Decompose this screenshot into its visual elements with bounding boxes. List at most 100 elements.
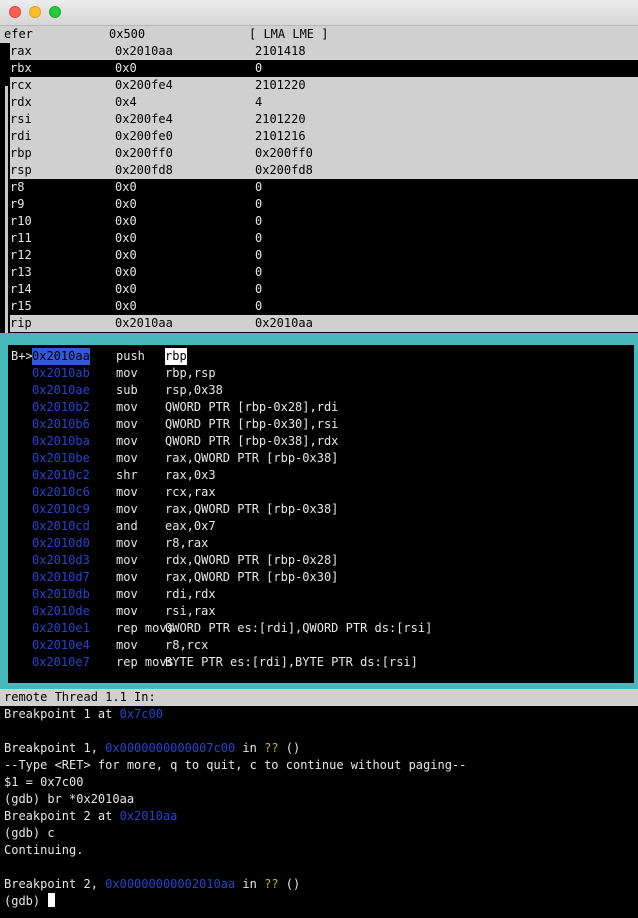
register-name: rbx [10, 61, 32, 75]
register-row-r12: r12 0x0 0 [10, 247, 638, 264]
register-hex: 0x4 [115, 95, 137, 109]
disassembly-line[interactable]: 0x2010e1 rep movs QWORD PTR es:[rdi],QWORD… [8, 620, 634, 637]
register-name: rdi [10, 129, 32, 143]
register-hex: 0x2010aa [115, 316, 173, 330]
instruction-opcode: mov [116, 604, 138, 618]
instruction-address: 0x2010ba [32, 434, 90, 448]
register-natural: 0 [255, 299, 263, 313]
console-line: --Type <RET> for more, q to quit, c to c… [4, 758, 467, 772]
console-address: 0x0000000000007c00 [105, 741, 236, 755]
console-line: Breakpoint 2 at 0x2010aa [4, 808, 177, 825]
register-hex: 0x200fe0 [115, 129, 173, 143]
console-line: Breakpoint 2, 0x00000000002010aa in ?? (… [4, 876, 300, 893]
register-natural: 0 [255, 61, 263, 75]
instruction-address: 0x2010d3 [32, 553, 90, 567]
instruction-address: 0x2010b6 [32, 417, 90, 431]
register-name: r8 [10, 180, 25, 194]
disassembly-line[interactable]: 0x2010db mov rdi,rdx [8, 586, 634, 603]
register-hex: 0x0 [115, 231, 137, 245]
instruction-address: 0x2010e7 [32, 655, 90, 669]
instruction-operands: QWORD PTR es:[rdi],QWORD PTR ds:[rsi] [165, 621, 433, 635]
console-text: () [278, 877, 301, 891]
register-name: efer [4, 27, 33, 41]
register-hex: 0x0 [115, 180, 137, 194]
register-row-rdi: rdi 0x200fe0 2101216 [10, 128, 638, 145]
register-hex: 0x0 [115, 214, 137, 228]
console-line: Breakpoint 1, 0x0000000000007c00 in ?? (… [4, 740, 300, 757]
close-window-button[interactable] [9, 6, 21, 18]
zoom-window-button[interactable] [49, 6, 61, 18]
disassembly-line[interactable]: 0x2010c2 shr rax,0x3 [8, 467, 634, 484]
register-natural: [ LMA LME ] [249, 27, 329, 41]
disassembly-line[interactable]: 0x2010d7 mov rax,QWORD PTR [rbp-0x30] [8, 569, 634, 586]
instruction-operands: rax,QWORD PTR [rbp-0x38] [165, 451, 339, 465]
instruction-address: 0x2010c6 [32, 485, 90, 499]
disassembly-line[interactable]: 0x2010de mov rsi,rax [8, 603, 634, 620]
register-row-r8: r8 0x0 0 [10, 179, 638, 196]
instruction-operands: rbp [165, 348, 187, 365]
register-row-rdx: rdx 0x4 4 [10, 94, 638, 111]
instruction-address: 0x2010b2 [32, 400, 90, 414]
register-natural: 2101418 [255, 44, 306, 58]
register-row-rip: rip 0x2010aa 0x2010aa [10, 315, 638, 332]
disassembly-line[interactable]: 0x2010ae sub rsp,0x38 [8, 382, 634, 399]
disassembly-line[interactable]: 0x2010be mov rax,QWORD PTR [rbp-0x38] [8, 450, 634, 467]
minimize-window-button[interactable] [29, 6, 41, 18]
register-name: r12 [10, 248, 32, 262]
register-hex: 0x200fe4 [115, 78, 173, 92]
register-name: r9 [10, 197, 25, 211]
disassembly-line[interactable]: 0x2010c6 mov rcx,rax [8, 484, 634, 501]
instruction-opcode: mov [116, 570, 138, 584]
register-name: rcx [10, 78, 32, 92]
console-line: (gdb) br *0x2010aa [4, 792, 135, 806]
register-hex: 0x0 [115, 61, 137, 75]
text-cursor [48, 893, 56, 907]
instruction-operands: QWORD PTR [rbp-0x30],rsi [165, 417, 339, 431]
disassembly-line[interactable]: 0x2010d0 mov r8,rax [8, 535, 634, 552]
register-name: rsi [10, 112, 32, 126]
register-hex: 0x200fd8 [115, 163, 173, 177]
instruction-opcode: mov [116, 638, 138, 652]
instruction-address: 0x2010e4 [32, 638, 90, 652]
register-name: r14 [10, 282, 32, 296]
register-panel-border [5, 86, 8, 358]
instruction-operands: rdi,rdx [165, 587, 216, 601]
register-name: r15 [10, 299, 32, 313]
register-natural: 0 [255, 248, 263, 262]
instruction-opcode: mov [116, 417, 138, 431]
disassembly-line[interactable]: 0x2010c9 mov rax,QWORD PTR [rbp-0x38] [8, 501, 634, 518]
disassembly-line[interactable]: 0x2010ab mov rbp,rsp [8, 365, 634, 382]
console-address: 0x00000000002010aa [105, 877, 236, 891]
register-hex: 0x0 [115, 248, 137, 262]
console-line: $1 = 0x7c00 [4, 775, 84, 789]
disassembly-line[interactable]: 0x2010ba mov QWORD PTR [rbp-0x38],rdx [8, 433, 634, 450]
gdb-prompt-line[interactable]: (gdb) [4, 893, 56, 910]
console-text: Breakpoint 2 at [4, 809, 120, 823]
register-natural: 0 [255, 197, 263, 211]
register-name: rax [10, 44, 32, 58]
register-row-r11: r11 0x0 0 [10, 230, 638, 247]
console-text: in [235, 741, 265, 755]
instruction-operands: r8,rcx [165, 638, 209, 652]
register-natural: 0 [255, 214, 263, 228]
register-name: rip [10, 316, 32, 330]
instruction-operands: rax,QWORD PTR [rbp-0x38] [165, 502, 339, 516]
register-natural: 0 [255, 231, 263, 245]
instruction-address: 0x2010be [32, 451, 90, 465]
register-row-r10: r10 0x0 0 [10, 213, 638, 230]
disassembly-line[interactable]: 0x2010e7 rep movs BYTE PTR es:[rdi],BYTE P… [8, 654, 634, 671]
breakpoint-marker: B+> [11, 349, 33, 363]
instruction-opcode: mov [116, 400, 138, 414]
disassembly-line[interactable]: 0x2010b6 mov QWORD PTR [rbp-0x30],rsi [8, 416, 634, 433]
disassembly-line[interactable]: 0x2010d3 mov rdx,QWORD PTR [rbp-0x28] [8, 552, 634, 569]
register-panel: efer 0x500 [ LMA LME ] rax 0x2010aa 2101418 rb… [0, 26, 638, 358]
disassembly-line[interactable]: B+> 0x2010aa push rbp [8, 348, 634, 365]
instruction-operands: rax,0x3 [165, 468, 216, 482]
disassembly-line[interactable]: 0x2010b2 mov QWORD PTR [rbp-0x28],rdi [8, 399, 634, 416]
register-row-r13: r13 0x0 0 [10, 264, 638, 281]
gdb-prompt: (gdb) [4, 894, 48, 908]
disassembly-line[interactable]: 0x2010cd and eax,0x7 [8, 518, 634, 535]
console-text: Breakpoint 2, [4, 877, 106, 891]
disassembly-line[interactable]: 0x2010e4 mov r8,rcx [8, 637, 634, 654]
register-natural: 2101220 [255, 112, 306, 126]
